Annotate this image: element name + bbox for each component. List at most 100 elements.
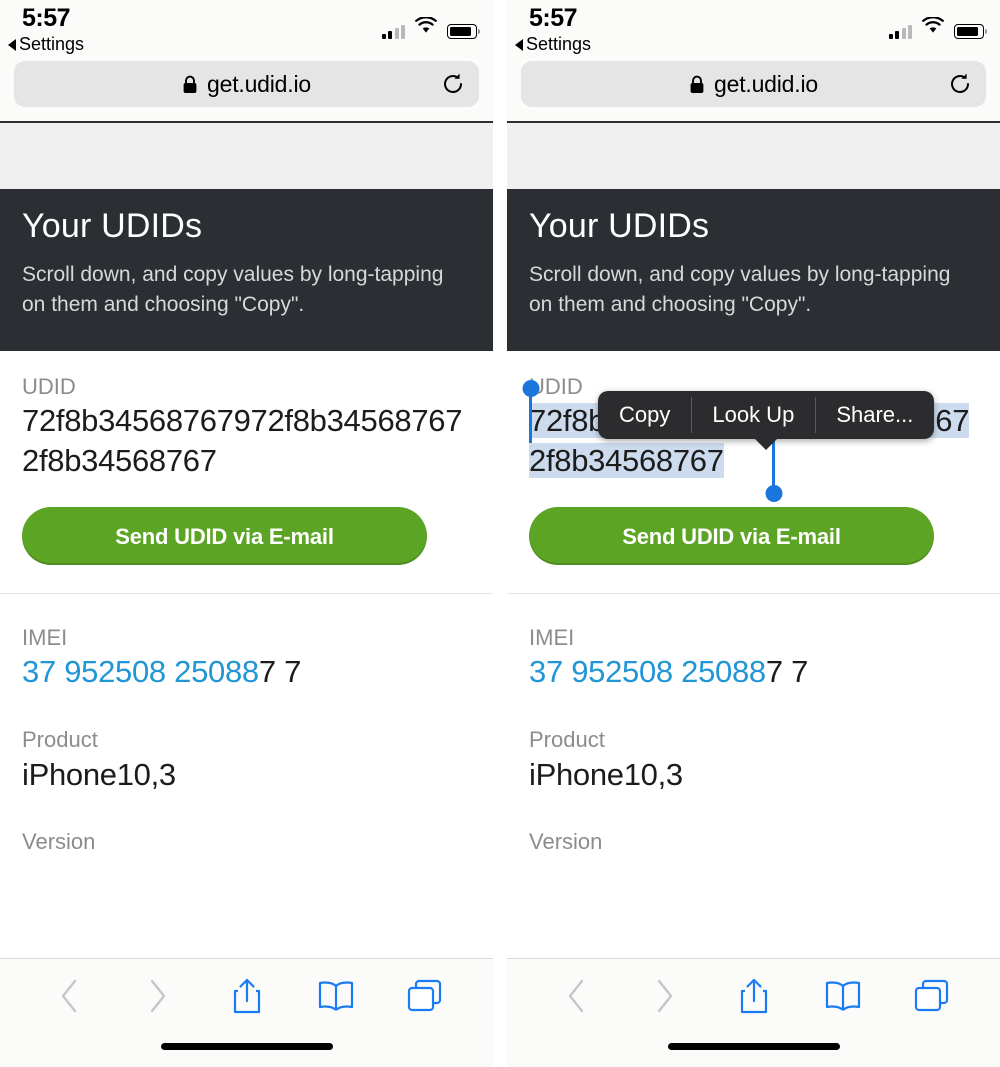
callout-copy-button[interactable]: Copy (598, 391, 691, 439)
callout-lookup-button[interactable]: Look Up (691, 391, 815, 439)
imei-plain-suffix: 7 7 (258, 654, 302, 690)
url-text: get.udid.io (714, 70, 818, 97)
battery-icon (954, 24, 987, 39)
udid-section: UDID 72f8b34568767972f8b345687672f8b3456… (507, 350, 1000, 594)
imei-tel-link[interactable]: 37 952508 25088 (529, 654, 766, 689)
home-indicator (160, 1043, 333, 1050)
page-top-spacer (507, 123, 1000, 189)
udid-value[interactable]: 72f8b34568767972f8b345687672f8b34568767 (22, 401, 471, 480)
imei-field: IMEI 37 952508 250887 7 (22, 624, 471, 692)
selection-handle-start[interactable] (522, 380, 539, 444)
phone-screenshot-left: 5:57 Settings get.udid.io Your UDIDs Scr… (0, 0, 493, 1067)
chevron-left-icon (61, 979, 76, 1013)
book-icon (318, 981, 353, 1011)
browser-bottom-toolbar (0, 958, 493, 1067)
bookmarks-button[interactable] (798, 980, 887, 1012)
nav-forward-button[interactable] (620, 979, 709, 1013)
udid-section: UDID 72f8b34568767972f8b345687672f8b3456… (0, 350, 493, 594)
bookmarks-button[interactable] (291, 980, 380, 1012)
version-label: Version (22, 829, 96, 855)
page-top-spacer (0, 123, 493, 189)
status-bar-time: 5:57 (22, 4, 71, 32)
version-field: Version (22, 828, 471, 857)
wifi-icon (414, 16, 438, 39)
lock-icon (182, 73, 198, 100)
triangle-left-icon (515, 38, 523, 51)
product-field: Product iPhone10,3 (22, 726, 471, 794)
product-label: Product (529, 727, 605, 753)
wifi-icon (921, 16, 945, 39)
share-button[interactable] (709, 977, 798, 1015)
tabs-button[interactable] (887, 979, 976, 1013)
nav-forward-button[interactable] (113, 979, 202, 1013)
tabs-icon (407, 979, 441, 1012)
status-bar-indicators (888, 16, 987, 39)
imei-plain-suffix: 7 7 (765, 654, 809, 690)
url-display: get.udid.io (689, 71, 818, 98)
imei-value[interactable]: 37 952508 250887 7 (529, 652, 978, 692)
url-bar[interactable]: get.udid.io (14, 61, 479, 107)
share-icon (740, 978, 767, 1014)
hero-section: Your UDIDs Scroll down, and copy values … (0, 189, 493, 351)
product-value[interactable]: iPhone10,3 (529, 755, 978, 795)
tabs-button[interactable] (380, 979, 469, 1013)
browser-url-bar-container: get.udid.io (0, 61, 493, 123)
browser-url-bar-container: get.udid.io (507, 61, 1000, 123)
page-title: Your UDIDs (529, 207, 710, 245)
hero-subtitle: Scroll down, and copy values by long-tap… (22, 263, 444, 317)
back-to-settings-label: Settings (526, 34, 592, 54)
chevron-right-icon (150, 979, 165, 1013)
url-display: get.udid.io (182, 71, 311, 98)
triangle-left-icon (8, 38, 16, 51)
chevron-left-icon (568, 979, 583, 1013)
text-selection-callout-menu[interactable]: Copy Look Up Share... (598, 391, 935, 450)
cellular-signal-icon (381, 24, 405, 39)
share-icon (233, 978, 260, 1014)
home-indicator (667, 1043, 840, 1050)
status-bar: 5:57 Settings (0, 0, 493, 61)
web-page-content: Your UDIDs Scroll down, and copy values … (507, 123, 1000, 857)
reload-icon[interactable] (948, 72, 972, 96)
url-bar[interactable]: get.udid.io (521, 61, 986, 107)
status-bar: 5:57 Settings (507, 0, 1000, 61)
version-field: Version (529, 828, 978, 857)
callout-share-button[interactable]: Share... (815, 391, 934, 439)
tabs-icon (914, 979, 948, 1012)
lock-icon (689, 73, 705, 100)
imei-value[interactable]: 37 952508 250887 7 (22, 652, 471, 692)
share-button[interactable] (202, 977, 291, 1015)
imei-label: IMEI (529, 624, 575, 650)
web-page-content: Your UDIDs Scroll down, and copy values … (0, 123, 493, 857)
send-udid-email-button[interactable]: Send UDID via E-mail (22, 506, 427, 565)
cellular-signal-icon (888, 24, 912, 39)
udid-label: UDID (22, 373, 76, 399)
status-bar-time: 5:57 (529, 4, 578, 32)
url-text: get.udid.io (207, 70, 311, 97)
back-to-settings-label: Settings (19, 34, 85, 54)
two-phone-comparison: 5:57 Settings get.udid.io Your UDIDs Scr… (0, 0, 1000, 1067)
nav-back-button[interactable] (24, 979, 113, 1013)
battery-icon (447, 24, 480, 39)
book-icon (825, 981, 860, 1011)
product-value[interactable]: iPhone10,3 (22, 755, 471, 795)
reload-icon[interactable] (441, 72, 465, 96)
send-udid-email-button[interactable]: Send UDID via E-mail (529, 506, 934, 565)
nav-back-button[interactable] (531, 979, 620, 1013)
product-label: Product (22, 727, 98, 753)
imei-field: IMEI 37 952508 250887 7 (529, 624, 978, 692)
udid-field: UDID 72f8b34568767972f8b345687672f8b3456… (22, 373, 471, 481)
chevron-right-icon (657, 979, 672, 1013)
callout-tail-arrow (754, 438, 779, 450)
hero-subtitle: Scroll down, and copy values by long-tap… (529, 263, 951, 317)
status-bar-indicators (381, 16, 480, 39)
hero-section: Your UDIDs Scroll down, and copy values … (507, 189, 1000, 351)
page-title: Your UDIDs (22, 207, 203, 245)
device-info-section: IMEI 37 952508 250887 7 Product iPhone10… (0, 593, 493, 857)
product-field: Product iPhone10,3 (529, 726, 978, 794)
back-to-settings-button[interactable]: Settings (515, 34, 591, 55)
imei-label: IMEI (22, 624, 68, 650)
phone-screenshot-right: 5:57 Settings get.udid.io Your UDIDs Scr… (507, 0, 1000, 1067)
imei-tel-link[interactable]: 37 952508 25088 (22, 654, 259, 689)
back-to-settings-button[interactable]: Settings (8, 34, 84, 55)
browser-bottom-toolbar (507, 958, 1000, 1067)
